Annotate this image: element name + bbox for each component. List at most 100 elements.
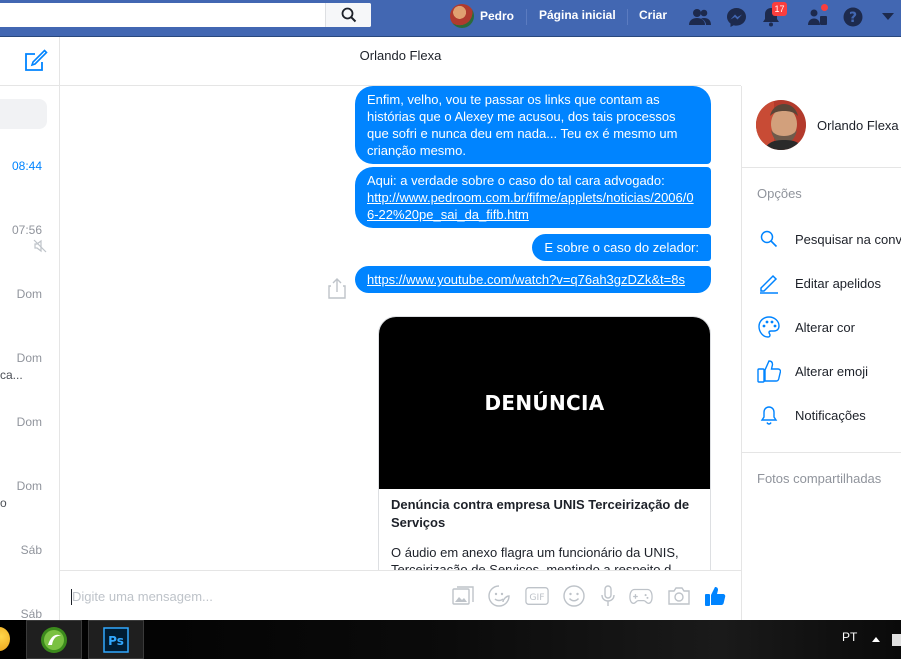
app-icon[interactable] <box>0 627 10 651</box>
search-icon <box>757 227 781 251</box>
conversation-time[interactable]: Dom <box>17 479 42 493</box>
conversation-time[interactable]: 08:44 <box>12 159 42 173</box>
create-link[interactable]: Criar <box>639 8 667 22</box>
search-button[interactable] <box>325 3 371 27</box>
svg-text:?: ? <box>849 10 857 26</box>
messenger-icon <box>726 7 746 27</box>
message-bubble[interactable]: E sobre o caso do zelador: <box>532 234 711 261</box>
message-bubble[interactable]: Enfim, velho, vou te passar os links que… <box>355 86 711 164</box>
option-notifications[interactable]: Notificações <box>757 403 866 427</box>
sticker-icon <box>488 585 510 607</box>
option-search-conversation[interactable]: Pesquisar na conversa <box>757 227 901 251</box>
message-bubble[interactable]: https://www.youtube.com/watch?v=q76ah3gz… <box>355 266 711 293</box>
message-thread: Enfim, velho, vou te passar os links que… <box>60 86 741 570</box>
link-preview-title: Denúncia contra empresa UNIS Terceirizaç… <box>391 497 690 530</box>
shared-photos-header[interactable]: Fotos compartilhadas <box>757 471 881 486</box>
gif-button[interactable]: GIF <box>525 584 549 608</box>
share-button[interactable] <box>327 277 347 303</box>
emoji-button[interactable] <box>562 584 586 608</box>
divider <box>742 167 901 168</box>
chat-title[interactable]: Orlando Flexa <box>360 48 442 63</box>
notification-count-badge: 17 <box>772 2 787 16</box>
link-preview-card[interactable]: DENÚNCIA Denúncia contra empresa UNIS Te… <box>378 316 711 570</box>
help-button[interactable]: ? <box>841 5 865 29</box>
new-message-button[interactable] <box>24 49 48 77</box>
gif-icon: GIF <box>525 587 549 605</box>
thumbs-up-icon <box>705 587 726 606</box>
contact-avatar[interactable] <box>756 100 806 150</box>
conversation-time[interactable]: Dom <box>17 287 42 301</box>
muted-icon <box>33 239 47 253</box>
selected-conversation[interactable] <box>0 99 47 129</box>
messenger-button[interactable] <box>724 5 748 29</box>
account-menu-button[interactable] <box>876 5 900 29</box>
conversation-time[interactable]: Dom <box>17 415 42 429</box>
divider <box>627 9 628 25</box>
sticker-button[interactable] <box>487 584 511 608</box>
option-label: Alterar emoji <box>795 363 868 379</box>
friends-icon <box>689 9 711 25</box>
conversation-snippet[interactable]: o <box>0 496 7 510</box>
profile-link[interactable]: Pedro <box>450 4 514 28</box>
new-indicator-dot <box>820 3 829 12</box>
thumbs-up-icon <box>757 359 781 383</box>
option-edit-nicknames[interactable]: Editar apelidos <box>757 271 881 295</box>
notifications-button[interactable]: 17 <box>759 2 787 29</box>
link-preview-body: Denúncia contra empresa UNIS Terceirizaç… <box>379 489 710 570</box>
smile-icon <box>563 585 585 607</box>
message-bubble[interactable]: Aqui: a verdade sobre o caso do tal cara… <box>355 167 711 228</box>
taskbar-app-photoshop[interactable]: Ps <box>88 620 144 659</box>
message-text: Enfim, velho, vou te passar os links que… <box>367 92 678 158</box>
language-indicator[interactable]: PT <box>842 630 857 644</box>
svg-text:GIF: GIF <box>529 592 544 603</box>
photo-gallery-icon <box>452 586 474 605</box>
help-icon: ? <box>843 7 863 27</box>
option-change-emoji[interactable]: Alterar emoji <box>757 359 868 383</box>
conversation-snippet[interactable]: ca... <box>0 368 23 382</box>
games-button[interactable] <box>629 584 653 608</box>
message-text: Aqui: a verdade sobre o caso do tal cara… <box>367 173 665 188</box>
message-link[interactable]: https://www.youtube.com/watch?v=q76ah3gz… <box>367 272 685 287</box>
camera-button[interactable] <box>667 584 691 608</box>
contact-photo <box>756 100 806 150</box>
profile-name: Pedro <box>480 9 515 23</box>
conversation-time[interactable]: Dom <box>17 351 42 365</box>
options-header: Opções <box>757 186 802 201</box>
conversation-info-panel: Orlando Flexa Opções Pesquisar na conver… <box>741 86 901 620</box>
tray-expand-icon[interactable] <box>872 636 880 642</box>
svg-text:Ps: Ps <box>108 634 124 648</box>
search-input[interactable] <box>0 3 371 27</box>
pencil-icon <box>757 271 781 295</box>
home-link[interactable]: Página inicial <box>539 8 616 22</box>
voice-clip-button[interactable] <box>596 584 620 608</box>
taskbar-app-dreamweaver[interactable] <box>26 620 82 659</box>
option-label: Pesquisar na conversa <box>795 231 901 247</box>
bell-icon <box>757 403 781 427</box>
facebook-top-bar: Pedro Página inicial Criar 17 ? <box>0 0 901 37</box>
conversation-time[interactable]: Sáb <box>21 607 42 621</box>
compose-icon <box>25 49 48 71</box>
conversation-time[interactable]: Sáb <box>21 543 42 557</box>
quick-help-button[interactable] <box>806 3 830 29</box>
share-icon <box>328 278 346 299</box>
conversation-list: 08:44 07:56 Dom Dom ca... Dom Dom o Sáb … <box>0 37 60 621</box>
link-preview-image-title: DENÚNCIA <box>484 391 605 415</box>
option-label: Editar apelidos <box>795 275 881 291</box>
contact-name[interactable]: Orlando Flexa <box>817 118 899 133</box>
message-link[interactable]: http://www.pedroom.com.br/fifme/applets/… <box>367 190 694 222</box>
option-label: Alterar cor <box>795 319 855 335</box>
friend-requests-button[interactable] <box>688 5 712 29</box>
game-controller-icon <box>629 588 653 605</box>
option-change-color[interactable]: Alterar cor <box>757 315 855 339</box>
send-like-button[interactable] <box>703 584 727 608</box>
link-preview-description: O áudio em anexo flagra um funcionário d… <box>391 545 683 570</box>
message-text: E sobre o caso do zelador: <box>544 240 699 255</box>
divider <box>526 9 527 25</box>
add-files-button[interactable] <box>451 584 475 608</box>
message-input[interactable]: Digite uma mensagem... <box>72 589 213 604</box>
microphone-icon <box>601 585 615 606</box>
tray-icon[interactable] <box>892 634 901 646</box>
chat-header: Orlando Flexa <box>60 37 741 86</box>
option-label: Notificações <box>795 407 866 423</box>
conversation-time[interactable]: 07:56 <box>12 223 42 237</box>
